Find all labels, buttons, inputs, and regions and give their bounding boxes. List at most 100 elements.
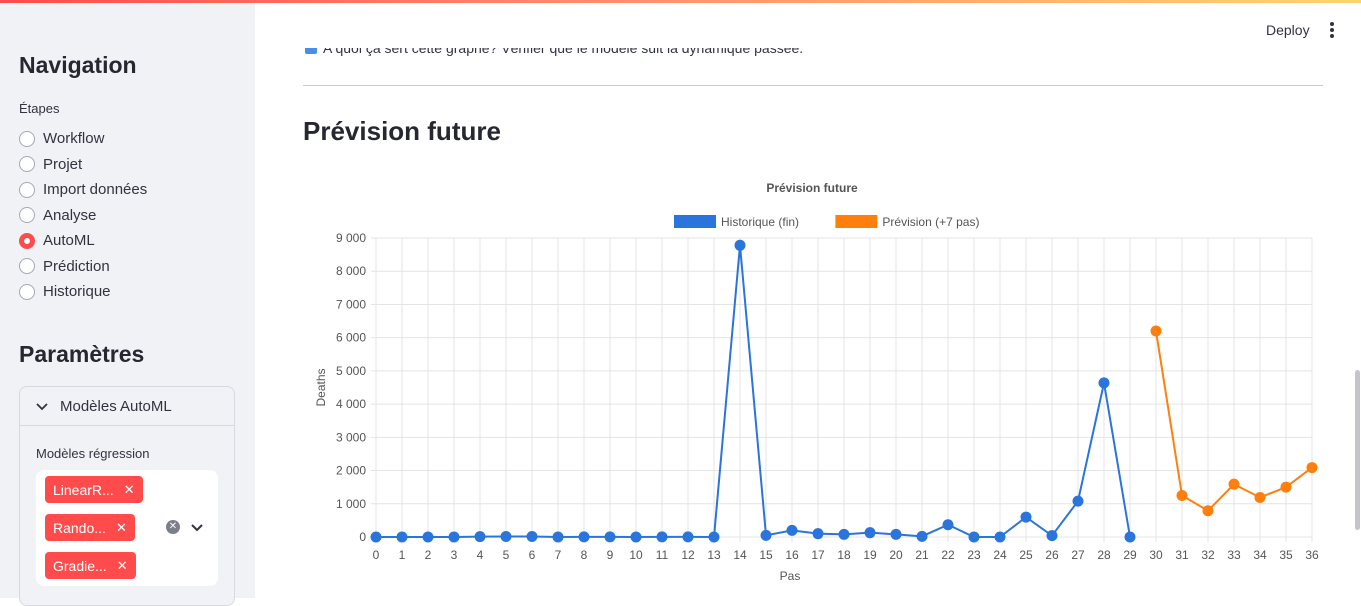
series-line [376, 245, 1131, 539]
x-tick-label: 14 [733, 548, 747, 562]
data-point [578, 531, 590, 543]
remove-tag-icon[interactable]: ✕ [124, 482, 135, 498]
main-content: Deploy A quoi ça sert cette graphe? Véri… [255, 0, 1361, 598]
steps-label: Étapes [19, 101, 60, 116]
x-tick-label: 35 [1279, 548, 1293, 562]
data-point [1280, 481, 1292, 493]
x-tick-label: 6 [529, 548, 536, 562]
x-tick-label: 30 [1149, 548, 1163, 562]
data-point [1228, 478, 1240, 490]
x-tick-label: 13 [707, 548, 721, 562]
x-tick-label: 33 [1227, 548, 1241, 562]
regression-models-label: Modèles régression [36, 446, 150, 461]
x-tick-label: 26 [1045, 548, 1059, 562]
data-point [994, 531, 1006, 543]
y-tick-label: 2 000 [336, 464, 366, 478]
data-point [916, 530, 928, 542]
x-tick-label: 4 [477, 548, 484, 562]
clear-all-icon[interactable]: ✕ [166, 520, 180, 534]
data-point [1046, 530, 1058, 542]
steps-radio-group: Workflow Projet Import données Analyse AutoM… [19, 126, 147, 305]
data-point [422, 531, 434, 543]
radio-circle-icon [19, 232, 35, 249]
remove-tag-icon[interactable]: ✕ [117, 558, 128, 574]
x-axis-label: Pas [780, 569, 801, 583]
y-tick-label: 1 000 [336, 497, 366, 511]
step-radio-workflow[interactable]: Workflow [19, 126, 147, 152]
x-tick-label: 23 [967, 548, 981, 562]
chevron-down-icon [36, 398, 50, 415]
data-point [1150, 325, 1162, 337]
step-radio-automl[interactable]: AutoML [19, 228, 147, 254]
x-tick-label: 25 [1019, 548, 1033, 562]
data-point [682, 531, 694, 543]
data-point [552, 531, 564, 543]
x-tick-label: 31 [1175, 548, 1189, 562]
data-point [864, 527, 876, 539]
x-tick-label: 36 [1305, 548, 1319, 562]
regression-models-multiselect[interactable]: LinearR... ✕ Rando... ✕ Gradie... ✕ ✕ [36, 470, 218, 586]
scrollbar[interactable] [1355, 370, 1360, 530]
y-tick-label: 9 000 [336, 231, 366, 245]
x-tick-label: 8 [581, 548, 588, 562]
data-point [474, 531, 486, 543]
step-radio-import-donn-es[interactable]: Import données [19, 177, 147, 203]
data-point [370, 531, 382, 543]
radio-circle-icon [19, 207, 35, 224]
expander-header[interactable]: Modèles AutoML [20, 387, 234, 426]
step-label: AutoML [43, 232, 95, 250]
x-tick-label: 28 [1097, 548, 1111, 562]
legend-swatch [835, 215, 878, 228]
x-tick-label: 9 [607, 548, 614, 562]
radio-circle-icon [19, 258, 35, 275]
step-radio-historique[interactable]: Historique [19, 279, 147, 305]
y-tick-label: 5 000 [336, 364, 366, 378]
data-point [968, 531, 980, 543]
data-point [526, 531, 538, 543]
remove-tag-icon[interactable]: ✕ [116, 520, 127, 536]
x-tick-label: 0 [373, 548, 380, 562]
x-tick-label: 15 [759, 548, 773, 562]
x-tick-label: 34 [1253, 548, 1267, 562]
step-label: Historique [43, 283, 111, 301]
data-point [1254, 491, 1266, 503]
y-tick-label: 3 000 [336, 430, 366, 444]
x-tick-label: 2 [425, 548, 432, 562]
y-axis-label: Deaths [314, 368, 328, 406]
y-tick-label: 7 000 [336, 297, 366, 311]
x-tick-label: 19 [863, 548, 877, 562]
step-label: Projet [43, 155, 83, 173]
data-point [734, 239, 746, 251]
data-point [448, 531, 460, 543]
params-title: Paramètres [19, 341, 145, 367]
data-point [1020, 511, 1032, 523]
x-tick-label: 5 [503, 548, 510, 562]
data-point [396, 531, 408, 543]
data-point [1306, 462, 1318, 474]
step-radio-projet[interactable]: Projet [19, 152, 147, 178]
radio-circle-icon [19, 181, 35, 198]
data-point [1098, 377, 1110, 389]
step-radio-analyse[interactable]: Analyse [19, 203, 147, 229]
radio-circle-icon [19, 130, 35, 147]
top-decoration-bar [0, 0, 1361, 3]
step-radio-pr-diction[interactable]: Prédiction [19, 254, 147, 280]
step-label: Import données [43, 181, 148, 199]
data-point [890, 528, 902, 540]
data-point [812, 528, 824, 540]
y-tick-label: 4 000 [336, 397, 366, 411]
model-tag[interactable]: Gradie... ✕ [45, 552, 136, 579]
data-point [1176, 489, 1188, 501]
x-tick-label: 7 [555, 548, 562, 562]
x-tick-label: 11 [656, 548, 669, 562]
chevron-down-icon[interactable] [191, 519, 203, 537]
x-tick-label: 32 [1201, 548, 1215, 562]
chart-title: Prévision future [766, 181, 858, 195]
data-point [1072, 495, 1084, 507]
model-tag[interactable]: Rando... ✕ [45, 514, 135, 541]
x-tick-label: 18 [837, 548, 851, 562]
x-tick-label: 24 [993, 548, 1007, 562]
y-tick-label: 6 000 [336, 331, 366, 345]
model-tag[interactable]: LinearR... ✕ [45, 476, 143, 503]
nav-title: Navigation [19, 52, 137, 78]
